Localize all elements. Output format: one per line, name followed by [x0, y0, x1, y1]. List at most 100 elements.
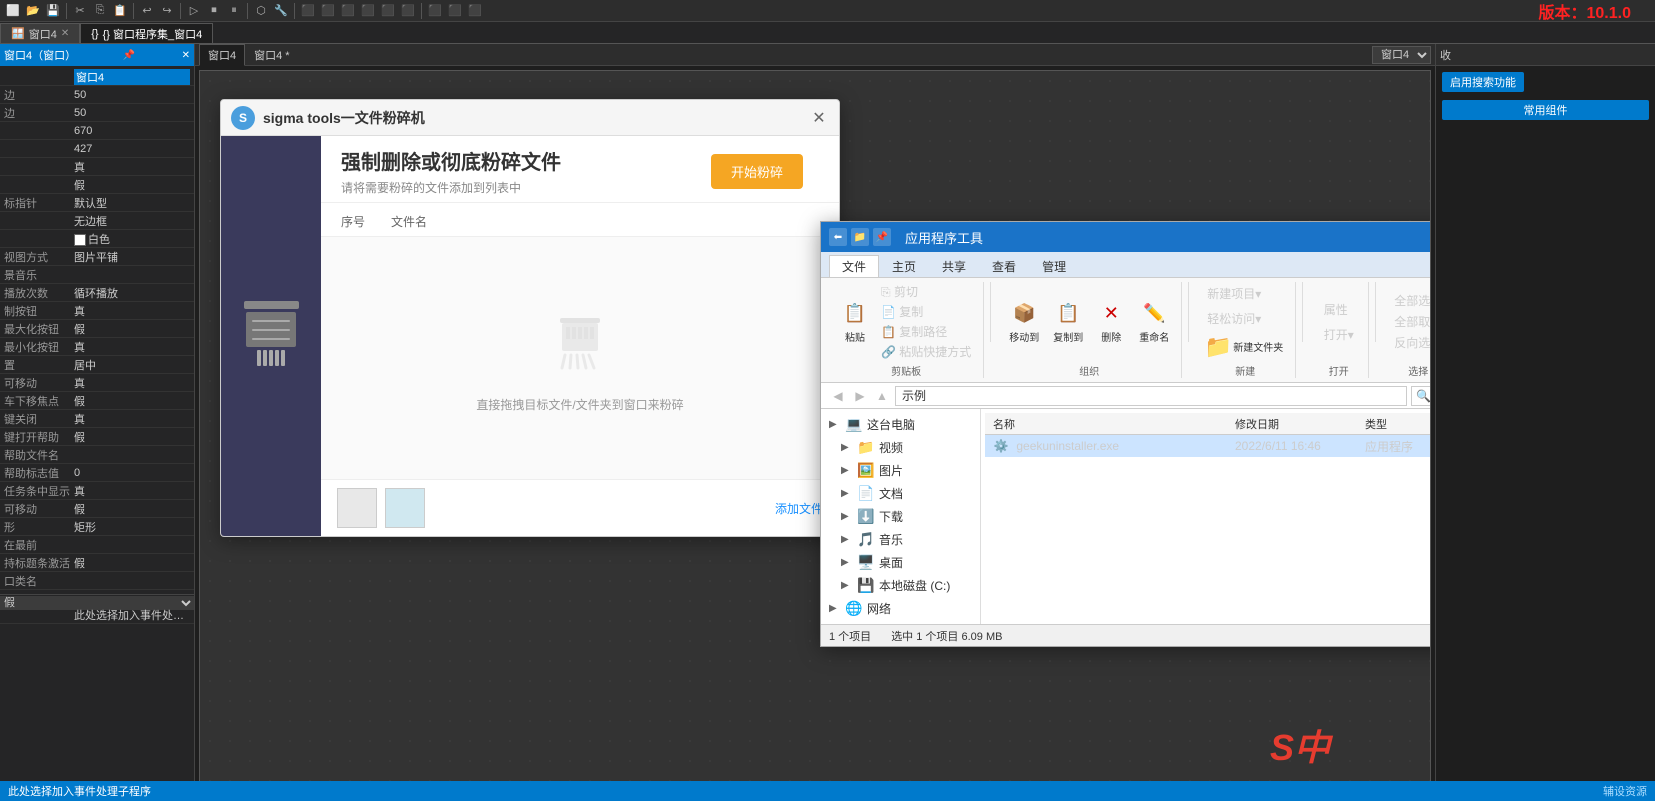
icon-redo[interactable]: ↪ — [158, 2, 176, 20]
fe-col-date[interactable]: 修改日期 — [1231, 416, 1361, 432]
paste-icon: 📋 — [841, 299, 869, 327]
icon-stop[interactable]: ⏹ — [205, 2, 223, 20]
icon-cut[interactable]: ✂ — [71, 2, 89, 20]
icon-paste[interactable]: 📋 — [111, 2, 129, 20]
localc-icon: 💾 — [857, 577, 873, 594]
fe-file-row-0[interactable]: ⚙️ geekuninstaller.exe 2022/6/11 16:46 应… — [985, 435, 1431, 457]
copypath-label: 复制 — [899, 305, 923, 319]
fe-back-icon[interactable]: ⬅ — [829, 228, 847, 246]
tab-window4-close[interactable]: ✕ — [61, 28, 69, 39]
sigma-modal[interactable]: S sigma tools一文件粉碎机 ✕ — [220, 99, 840, 537]
sigma-close-btn[interactable]: ✕ — [809, 108, 829, 128]
icon-height-same[interactable]: ⬛ — [446, 2, 464, 20]
icon-size-same[interactable]: ⬛ — [466, 2, 484, 20]
fe-sidebar-downloads[interactable]: ▶ ⬇️ 下载 — [821, 505, 980, 528]
fe-invert-btn[interactable]: 反向选择 — [1390, 333, 1431, 352]
fe-sidebar-desktop[interactable]: ▶ 🖥️ 桌面 — [821, 551, 980, 574]
sep5 — [294, 3, 295, 19]
prop-row-playcount: 播放次数 循环播放 — [0, 284, 194, 302]
fe-tab-home[interactable]: 主页 — [879, 255, 929, 277]
prop-value-tabdown: 假 — [74, 393, 190, 409]
icon-align-bottom[interactable]: ⬛ — [399, 2, 417, 20]
fe-file-name-0: ⚙️ geekuninstaller.exe — [989, 438, 1231, 454]
fe-folder-icon[interactable]: 📁 — [851, 228, 869, 246]
fe-sidebar-video[interactable]: ▶ 📁 视频 — [821, 436, 980, 459]
fe-open-btn[interactable]: 打开▾ — [1320, 325, 1358, 344]
sigma-modal-header: S sigma tools一文件粉碎机 ✕ — [221, 100, 839, 136]
icon-width-same[interactable]: ⬛ — [426, 2, 444, 20]
icon-align-mid[interactable]: ⬛ — [379, 2, 397, 20]
tab-code2[interactable]: 窗口4 * — [245, 44, 298, 66]
icon-new[interactable]: ⬜ — [4, 2, 22, 20]
sep2 — [133, 3, 134, 19]
tab-design[interactable]: 窗口4 — [199, 44, 245, 66]
fe-tab-file[interactable]: 文件 — [829, 255, 879, 277]
fe-col-name[interactable]: 名称 — [989, 416, 1231, 432]
fe-paste-btn[interactable]: 📋 粘贴 — [837, 297, 873, 346]
fe-sidebar-this-pc[interactable]: ▶ 💻 这台电脑 — [821, 413, 980, 436]
fe-rename-btn[interactable]: ✏️ 重命名 — [1135, 297, 1173, 346]
fe-selectnone-btn[interactable]: 全部取消 — [1390, 312, 1431, 331]
fe-sidebar-pics[interactable]: ▶ 🖼️ 图片 — [821, 459, 980, 482]
bgcolor-swatch[interactable] — [74, 234, 86, 246]
left-panel-header: 窗口4（窗口） 📌 ✕ — [0, 44, 194, 66]
icon-tools[interactable]: 🔧 — [272, 2, 290, 20]
prop-value-minbtn: 真 — [74, 339, 190, 355]
left-panel-body: 窗口4 边 50 边 50 670 427 真 — [0, 66, 194, 801]
icon-align-right[interactable]: ⬛ — [339, 2, 357, 20]
fe-sidebar-music[interactable]: ▶ 🎵 音乐 — [821, 528, 980, 551]
icon-copy[interactable]: ⎘ — [91, 2, 109, 20]
fe-search-box[interactable]: 🔍 — [1411, 386, 1431, 406]
icon-align-left[interactable]: ⬛ — [299, 2, 317, 20]
fe-group-clipboard: 📋 粘贴 ⎘ 剪切 — [829, 282, 984, 378]
fe-sidebar-network[interactable]: ▶ 🌐 网络 — [821, 597, 980, 620]
fe-properties-btn[interactable]: 属性 — [1320, 300, 1352, 319]
fe-tab-share[interactable]: 共享 — [929, 255, 979, 277]
fe-tab-manage[interactable]: 管理 — [1029, 255, 1079, 277]
fe-col-type[interactable]: 类型 — [1361, 416, 1431, 432]
left-panel-close[interactable]: ✕ — [182, 50, 190, 61]
prop-row-topmost: 在最前 — [0, 536, 194, 554]
icon-debug[interactable]: ⏸ — [225, 2, 243, 20]
icon-align-top[interactable]: ⬛ — [359, 2, 377, 20]
fe-pasteshortcut-btn[interactable]: 📋 复制路径 — [877, 322, 951, 341]
network-label: 网络 — [867, 600, 891, 617]
icon-undo[interactable]: ↩ — [138, 2, 156, 20]
fe-newfolder-btn[interactable]: 📁 新建文件夹 — [1203, 334, 1287, 360]
tab-window4[interactable]: 🪟 窗口4 ✕ — [0, 23, 80, 43]
tab-code[interactable]: {} {} 窗口程序集_窗口4 — [80, 23, 213, 43]
icon-settings[interactable]: ⬡ — [252, 2, 270, 20]
fe-tab-view[interactable]: 查看 — [979, 255, 1029, 277]
icon-save[interactable]: 💾 — [44, 2, 62, 20]
common-components-btn[interactable]: 常用组件 — [1442, 100, 1649, 120]
sigma-add-btn[interactable]: 添加文件 — [775, 500, 823, 517]
content-select[interactable]: 窗口4 — [1372, 46, 1431, 64]
fe-sidebar-localc[interactable]: ▶ 💾 本地磁盘 (C:) — [821, 574, 980, 597]
desktop-arrow: ▶ — [841, 557, 851, 568]
sigma-content-body[interactable]: 直接拖拽目标文件/文件夹到窗口来粉碎 — [321, 237, 839, 479]
fe-moveto-btn[interactable]: 📦 移动到 — [1005, 297, 1043, 346]
fe-pasteshortcut2-btn[interactable]: 🔗 粘贴快捷方式 — [877, 342, 975, 361]
fe-up-btn[interactable]: ▲ — [873, 387, 891, 405]
fe-back-btn[interactable]: ◀ — [829, 387, 847, 405]
icon-open[interactable]: 📂 — [24, 2, 42, 20]
fe-selectall-btn[interactable]: 全部选择 — [1390, 291, 1431, 310]
sigma-start-btn[interactable]: 开始粉碎 — [711, 154, 803, 189]
left-panel-pin[interactable]: 📌 — [123, 50, 135, 61]
prop-value-escclose: 真 — [74, 411, 190, 427]
fe-sep3 — [1302, 282, 1303, 342]
fe-address-path[interactable]: 示例 — [895, 386, 1407, 406]
fe-copyto-btn[interactable]: 📋 复制到 — [1049, 297, 1087, 346]
fe-sidebar-docs[interactable]: ▶ 📄 文档 — [821, 482, 980, 505]
fe-pin-icon[interactable]: 📌 — [873, 228, 891, 246]
fe-forward-btn[interactable]: ▶ — [851, 387, 869, 405]
fe-copy-btn[interactable]: ⎘ 剪切 — [877, 282, 922, 301]
fe-newitem-btn[interactable]: 新建项目▾ — [1203, 284, 1265, 303]
fe-copypath-btn[interactable]: 📄 复制 — [877, 302, 927, 321]
fe-delete-btn[interactable]: ✕ 删除 — [1093, 297, 1129, 346]
prop-value-0[interactable]: 窗口4 — [74, 69, 190, 85]
icon-align-center[interactable]: ⬛ — [319, 2, 337, 20]
fe-easyaccess-btn[interactable]: 轻松访问▾ — [1203, 309, 1265, 328]
icon-run[interactable]: ▷ — [185, 2, 203, 20]
enable-search-btn[interactable]: 启用搜索功能 — [1442, 72, 1524, 92]
